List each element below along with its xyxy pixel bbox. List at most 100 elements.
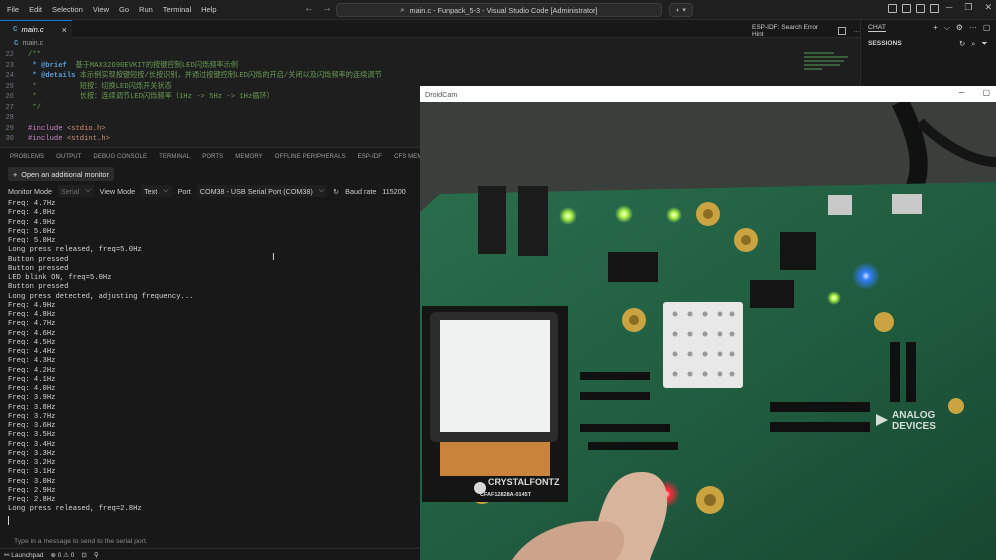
window-title: main.c - Funpack_5-3 - Visual Studio Cod…	[409, 5, 598, 15]
tab-esp-idf[interactable]: ESP-IDF	[358, 154, 382, 160]
layout-customize-icon[interactable]	[888, 4, 897, 13]
output-line: Freq: 4.9Hz	[8, 218, 56, 227]
serial-monitor-output[interactable]: Freq: 4.7Hz Freq: 4.8Hz Freq: 4.9Hz Freq: 5…	[8, 200, 414, 526]
search-icon[interactable]: ⌕	[971, 39, 975, 49]
line-number: 23	[5, 61, 14, 70]
maximize-icon[interactable]: ▢	[983, 23, 991, 33]
menu-item-view[interactable]: View	[88, 0, 114, 20]
refresh-ports-icon[interactable]: ↻	[333, 187, 339, 196]
code-line[interactable]: 23 * @brief 基于MAX32690EVKIT的按键控制LED闪烁频率示…	[0, 61, 420, 72]
output-line: Long press released, freq=5.0Hz	[8, 246, 142, 255]
forward-arrow-icon[interactable]: →	[322, 3, 332, 14]
command-center[interactable]: ⌕ main.c - Funpack_5-3 - Visual Studio C…	[336, 3, 662, 17]
code-line[interactable]: 27 */	[0, 103, 420, 114]
tab-output[interactable]: OUTPUT	[56, 154, 81, 160]
code-token: * @brief	[28, 61, 67, 70]
code-editor[interactable]: 22 /** 23 * @brief 基于MAX32690EVKIT的按键控制LED…	[0, 50, 420, 147]
code-line[interactable]: 28	[0, 113, 420, 124]
monitor-mode-label: Monitor Mode	[8, 186, 52, 196]
tab-terminal[interactable]: TERMINAL	[159, 154, 190, 160]
tab-main-c[interactable]: C main.c ×	[0, 20, 72, 38]
lcd-brand-text: CRYSTALFONTZ	[488, 477, 560, 487]
launchpad-item[interactable]: ⚯ Launchpad	[4, 551, 43, 559]
view-mode-value: Text	[144, 186, 158, 196]
output-line: Button pressed	[8, 283, 69, 292]
breadcrumb-file[interactable]: main.c	[23, 40, 44, 47]
back-arrow-icon[interactable]: ←	[304, 3, 314, 14]
panel-tabs: PROBLEMS OUTPUT DEBUG CONSOLE TERMINAL PORTS…	[0, 148, 420, 166]
sessions-header[interactable]: SESSIONS	[868, 40, 902, 47]
minimize-icon[interactable]: ─	[946, 2, 952, 13]
code-token: * @details	[28, 72, 76, 80]
close-icon[interactable]: ×	[62, 25, 67, 35]
split-editor-icon[interactable]	[837, 27, 846, 35]
restore-icon[interactable]: ❐	[964, 2, 972, 13]
output-line: Freq: 3.9Hz	[8, 394, 56, 403]
error-icon: ⊗	[50, 551, 56, 559]
toggle-sidebar-icon[interactable]	[902, 4, 911, 13]
output-line: Long press detected, adjusting frequency…	[8, 292, 194, 301]
tab-label: main.c	[21, 25, 44, 34]
tab-memory[interactable]: MEMORY	[235, 154, 263, 160]
serial-message-input[interactable]: Type in a message to send to the serial …	[8, 534, 416, 548]
output-line: Freq: 4.6Hz	[8, 329, 56, 338]
menu-item-file[interactable]: File	[2, 0, 24, 20]
error-count: 0	[57, 551, 62, 559]
droidcam-title: DroidCam	[425, 89, 458, 99]
code-line[interactable]: 30 #include <stdint.h>	[0, 134, 420, 145]
more-actions-icon[interactable]: ···	[969, 23, 977, 33]
port-select[interactable]: COM38 - USB Serial Port (COM38) ⌵	[196, 185, 328, 197]
build-icon[interactable]: ⊡	[81, 551, 86, 559]
code-line[interactable]: 22 /**	[0, 50, 420, 61]
code-line[interactable]: 25 * 短按：切换LED闪烁开关状态	[0, 82, 420, 93]
output-line: Freq: 4.7Hz	[8, 200, 56, 208]
code-token: <stdio.h>	[62, 124, 106, 133]
minimize-icon[interactable]: ─	[959, 88, 965, 97]
output-line: Freq: 3.5Hz	[8, 431, 56, 440]
location-icon[interactable]: ⚲	[94, 551, 99, 559]
menu-item-go[interactable]: Go	[114, 0, 134, 20]
code-line[interactable]: 24 * @details 本示例实现按键短按/长按识别，并通过按键控制LED闪…	[0, 71, 420, 82]
tab-problems[interactable]: PROBLEMS	[10, 154, 44, 160]
maximize-icon[interactable]: ▢	[982, 88, 990, 97]
monitor-mode-select[interactable]: Serial ⌵	[57, 185, 94, 197]
baud-rate-label: Baud rate	[345, 186, 377, 196]
chevron-down-icon[interactable]: ⌵	[944, 23, 950, 33]
c-file-icon: C	[14, 39, 19, 48]
toggle-secondary-sidebar-icon[interactable]	[930, 4, 939, 13]
tab-cfs-memory[interactable]: CFS MEMORY	[394, 154, 420, 160]
breadcrumb: C main.c	[14, 38, 43, 49]
tab-debug-console[interactable]: DEBUG CONSOLE	[93, 154, 147, 160]
close-icon[interactable]: ✕	[984, 2, 992, 13]
output-line: Freq: 5.0Hz	[8, 227, 56, 236]
chat-title[interactable]: CHAT	[868, 24, 886, 32]
tab-ports[interactable]: PORTS	[202, 154, 223, 160]
editor-actions: ESP-IDF: Search Error Hint ···	[752, 24, 860, 38]
tab-offline-peripherals[interactable]: OFFLINE PERIPHERALS	[275, 154, 346, 160]
menu-item-selection[interactable]: Selection	[47, 0, 88, 20]
monitor-settings-row: Monitor Mode Serial ⌵ View Mode Text ⌵ P…	[8, 184, 420, 198]
menu-item-help[interactable]: Help	[196, 0, 221, 20]
esp-idf-search-error-hint[interactable]: ESP-IDF: Search Error Hint	[752, 24, 830, 38]
open-additional-monitor-button[interactable]: + Open an additional monitor	[8, 167, 114, 181]
text-caret	[8, 515, 9, 525]
code-line[interactable]: 26 * 长按：连续调节LED闪烁频率（1Hz -> 5Hz -> 1Hz循环）	[0, 92, 420, 103]
menu-item-terminal[interactable]: Terminal	[158, 0, 196, 20]
window-controls: ─ ❐ ✕	[946, 2, 992, 13]
output-line: Freq: 3.4Hz	[8, 440, 56, 449]
problems-indicator[interactable]: ⊗ 0 ⚠ 0	[50, 551, 74, 559]
bottom-panel: PROBLEMS OUTPUT DEBUG CONSOLE TERMINAL PORTS…	[0, 147, 420, 547]
menu-item-run[interactable]: Run	[134, 0, 158, 20]
refresh-icon[interactable]: ↻	[959, 39, 965, 49]
code-line[interactable]: 29 #include <stdio.h>	[0, 124, 420, 135]
filter-icon[interactable]: ⏷	[982, 39, 988, 49]
view-mode-select[interactable]: Text ⌵	[141, 185, 172, 197]
copilot-button[interactable]: ◐ ▾	[669, 3, 693, 17]
menu-item-edit[interactable]: Edit	[24, 0, 47, 20]
baud-rate-value[interactable]: 115200	[382, 187, 405, 196]
new-chat-icon[interactable]: +	[933, 23, 938, 33]
lcd-model-text: CFAF12828A-0145T	[480, 492, 532, 498]
launchpad-icon: ⚯	[4, 551, 10, 559]
toggle-panel-icon[interactable]	[916, 4, 925, 13]
gear-icon[interactable]: ⚙	[956, 23, 963, 33]
